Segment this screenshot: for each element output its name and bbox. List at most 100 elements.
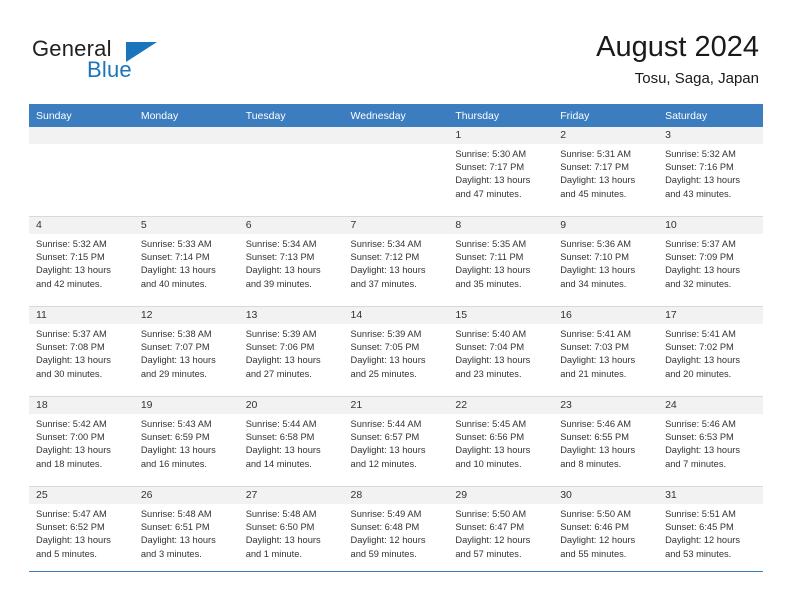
- day-number: 5: [133, 217, 239, 234]
- day-number: 7: [343, 217, 449, 234]
- daylight-text: and 53 minutes.: [665, 548, 732, 559]
- sunset-text: Sunset: 7:17 PM: [455, 162, 525, 173]
- daylight-text: and 39 minutes.: [245, 278, 312, 289]
- day-cell-inner: 21 Sunrise: 5:44 AM Sunset: 6:57 PM Dayligh…: [343, 397, 449, 486]
- calendar-day-cell[interactable]: 4 Sunrise: 5:32 AM Sunset: 7:15 PM Daylight…: [29, 216, 134, 307]
- calendar-day-cell[interactable]: 3 Sunrise: 5:32 AM Sunset: 7:16 PM Daylight…: [658, 127, 763, 217]
- brand-logo[interactable]: General Blue: [32, 36, 232, 92]
- day-number: 22: [448, 397, 554, 414]
- daylight-text: Daylight: 13 hours: [560, 445, 636, 456]
- calendar-day-cell[interactable]: 1 Sunrise: 5:30 AM Sunset: 7:17 PM Daylight…: [448, 127, 554, 217]
- day-number: 24: [658, 397, 763, 414]
- daylight-text: Daylight: 13 hours: [665, 265, 740, 276]
- sunset-text: Sunset: 7:00 PM: [36, 432, 105, 443]
- sunrise-text: Sunrise: 5:44 AM: [350, 419, 422, 429]
- calendar-day-cell[interactable]: 26 Sunrise: 5:48 AM Sunset: 6:51 PM Dayligh…: [133, 486, 239, 576]
- sunrise-text: Sunrise: 5:37 AM: [665, 239, 736, 249]
- daylight-text: Daylight: 13 hours: [36, 355, 111, 366]
- calendar-day-cell[interactable]: 11 Sunrise: 5:37 AM Sunset: 7:08 PM Dayligh…: [29, 306, 134, 397]
- daylight-text: Daylight: 13 hours: [350, 355, 426, 366]
- calendar-table: Sunday Monday Tuesday Wednesday Thursday…: [29, 104, 763, 576]
- daylight-text: Daylight: 13 hours: [560, 175, 636, 186]
- calendar-day-cell[interactable]: 25 Sunrise: 5:47 AM Sunset: 6:52 PM Dayligh…: [29, 486, 134, 576]
- daylight-text: and 32 minutes.: [665, 278, 732, 289]
- calendar-day-cell[interactable]: 27 Sunrise: 5:48 AM Sunset: 6:50 PM Dayligh…: [238, 486, 344, 576]
- daylight-text: and 25 minutes.: [350, 368, 417, 379]
- sunset-text: Sunset: 6:45 PM: [665, 522, 734, 533]
- day-details: Sunrise: 5:46 AM Sunset: 6:53 PM Daylight:…: [658, 414, 763, 471]
- weekday-header-friday: Friday: [553, 104, 659, 127]
- sunrise-text: Sunrise: 5:39 AM: [350, 329, 422, 339]
- day-cell-inner: 23 Sunrise: 5:46 AM Sunset: 6:55 PM Dayligh…: [553, 397, 659, 486]
- title-block: August 2024 Tosu, Saga, Japan: [596, 30, 759, 88]
- day-details: Sunrise: 5:32 AM Sunset: 7:16 PM Daylight:…: [658, 144, 763, 201]
- calendar-day-cell[interactable]: 17 Sunrise: 5:41 AM Sunset: 7:02 PM Dayligh…: [658, 306, 763, 397]
- daylight-text: and 1 minute.: [245, 548, 303, 559]
- day-details: Sunrise: 5:33 AM Sunset: 7:14 PM Daylight:…: [134, 234, 239, 291]
- weekday-header-saturday: Saturday: [658, 104, 763, 127]
- calendar-day-cell[interactable]: 9 Sunrise: 5:36 AM Sunset: 7:10 PM Daylight…: [553, 216, 659, 307]
- calendar-day-cell[interactable]: 6 Sunrise: 5:34 AM Sunset: 7:13 PM Daylight…: [238, 216, 344, 307]
- day-number: 28: [343, 487, 449, 504]
- day-number: 8: [448, 217, 554, 234]
- calendar-day-cell[interactable]: 31 Sunrise: 5:51 AM Sunset: 6:45 PM Dayligh…: [658, 486, 763, 576]
- calendar-day-cell[interactable]: 7 Sunrise: 5:34 AM Sunset: 7:12 PM Daylight…: [343, 216, 449, 307]
- sunset-text: Sunset: 6:52 PM: [36, 522, 105, 533]
- daylight-text: and 34 minutes.: [560, 278, 627, 289]
- calendar-day-cell[interactable]: 28 Sunrise: 5:49 AM Sunset: 6:48 PM Dayligh…: [343, 486, 449, 576]
- daylight-text: Daylight: 12 hours: [455, 535, 531, 546]
- day-number: 18: [29, 397, 134, 414]
- calendar-day-cell[interactable]: 13 Sunrise: 5:39 AM Sunset: 7:06 PM Dayligh…: [238, 306, 344, 397]
- daylight-text: Daylight: 13 hours: [455, 445, 531, 456]
- calendar-day-cell[interactable]: 30 Sunrise: 5:50 AM Sunset: 6:46 PM Dayligh…: [553, 486, 659, 576]
- weekday-header-thursday: Thursday: [448, 104, 554, 127]
- calendar-day-cell[interactable]: 14 Sunrise: 5:39 AM Sunset: 7:05 PM Dayligh…: [343, 306, 449, 397]
- calendar-day-cell[interactable]: 23 Sunrise: 5:46 AM Sunset: 6:55 PM Dayligh…: [553, 396, 659, 487]
- day-details: Sunrise: 5:37 AM Sunset: 7:09 PM Daylight:…: [658, 234, 763, 291]
- daylight-text: Daylight: 13 hours: [140, 535, 216, 546]
- calendar-day-cell[interactable]: 5 Sunrise: 5:33 AM Sunset: 7:14 PM Daylight…: [133, 216, 239, 307]
- daylight-text: Daylight: 13 hours: [560, 265, 636, 276]
- day-cell-inner: [133, 127, 239, 216]
- calendar-day-cell[interactable]: 24 Sunrise: 5:46 AM Sunset: 6:53 PM Dayligh…: [658, 396, 763, 487]
- day-details: Sunrise: 5:43 AM Sunset: 6:59 PM Daylight:…: [134, 414, 239, 471]
- day-number: 17: [658, 307, 763, 324]
- sunset-text: Sunset: 7:11 PM: [455, 252, 524, 263]
- calendar-body: 1 Sunrise: 5:30 AM Sunset: 7:17 PM Daylight…: [29, 127, 763, 576]
- daylight-text: Daylight: 13 hours: [665, 175, 740, 186]
- day-cell-inner: 8 Sunrise: 5:35 AM Sunset: 7:11 PM Daylight…: [448, 217, 554, 306]
- day-cell-inner: 19 Sunrise: 5:43 AM Sunset: 6:59 PM Dayligh…: [133, 397, 239, 486]
- day-cell-inner: 10 Sunrise: 5:37 AM Sunset: 7:09 PM Dayligh…: [658, 217, 763, 306]
- day-details: Sunrise: 5:46 AM Sunset: 6:55 PM Daylight:…: [553, 414, 658, 471]
- calendar-day-cell[interactable]: 22 Sunrise: 5:45 AM Sunset: 6:56 PM Dayligh…: [448, 396, 554, 487]
- day-number: 19: [133, 397, 239, 414]
- daylight-text: Daylight: 13 hours: [455, 265, 531, 276]
- calendar-day-cell[interactable]: 8 Sunrise: 5:35 AM Sunset: 7:11 PM Daylight…: [448, 216, 554, 307]
- calendar-day-cell[interactable]: 16 Sunrise: 5:41 AM Sunset: 7:03 PM Dayligh…: [553, 306, 659, 397]
- calendar-day-cell[interactable]: 20 Sunrise: 5:44 AM Sunset: 6:58 PM Dayligh…: [238, 396, 344, 487]
- calendar-day-cell[interactable]: 15 Sunrise: 5:40 AM Sunset: 7:04 PM Dayligh…: [448, 306, 554, 397]
- calendar-day-cell[interactable]: 19 Sunrise: 5:43 AM Sunset: 6:59 PM Dayligh…: [133, 396, 239, 487]
- sunset-text: Sunset: 6:57 PM: [350, 432, 420, 443]
- sunset-text: Sunset: 6:46 PM: [560, 522, 629, 533]
- sunrise-text: Sunrise: 5:41 AM: [665, 329, 736, 339]
- calendar-day-cell[interactable]: 18 Sunrise: 5:42 AM Sunset: 7:00 PM Dayligh…: [29, 396, 134, 487]
- day-cell-inner: 9 Sunrise: 5:36 AM Sunset: 7:10 PM Daylight…: [553, 217, 659, 306]
- calendar-week-row: 4 Sunrise: 5:32 AM Sunset: 7:15 PM Daylight…: [29, 216, 763, 307]
- daylight-text: Daylight: 13 hours: [36, 535, 111, 546]
- calendar-day-cell[interactable]: 12 Sunrise: 5:38 AM Sunset: 7:07 PM Dayligh…: [133, 306, 239, 397]
- daylight-text: Daylight: 13 hours: [36, 265, 111, 276]
- daylight-text: and 35 minutes.: [455, 278, 522, 289]
- bottom-rule: [29, 571, 763, 572]
- sunrise-text: Sunrise: 5:40 AM: [455, 329, 527, 339]
- calendar-day-cell[interactable]: 21 Sunrise: 5:44 AM Sunset: 6:57 PM Dayligh…: [343, 396, 449, 487]
- calendar-day-cell[interactable]: 29 Sunrise: 5:50 AM Sunset: 6:47 PM Dayligh…: [448, 486, 554, 576]
- calendar-day-cell[interactable]: 10 Sunrise: 5:37 AM Sunset: 7:09 PM Dayligh…: [658, 216, 763, 307]
- daylight-text: and 14 minutes.: [245, 458, 312, 469]
- sunrise-text: Sunrise: 5:50 AM: [560, 509, 632, 519]
- day-cell-inner: [343, 127, 449, 216]
- sunrise-text: Sunrise: 5:34 AM: [245, 239, 317, 249]
- day-details: Sunrise: 5:44 AM Sunset: 6:58 PM Daylight:…: [239, 414, 344, 471]
- calendar-day-cell[interactable]: 2 Sunrise: 5:31 AM Sunset: 7:17 PM Daylight…: [553, 127, 659, 217]
- sunrise-text: Sunrise: 5:32 AM: [665, 149, 736, 159]
